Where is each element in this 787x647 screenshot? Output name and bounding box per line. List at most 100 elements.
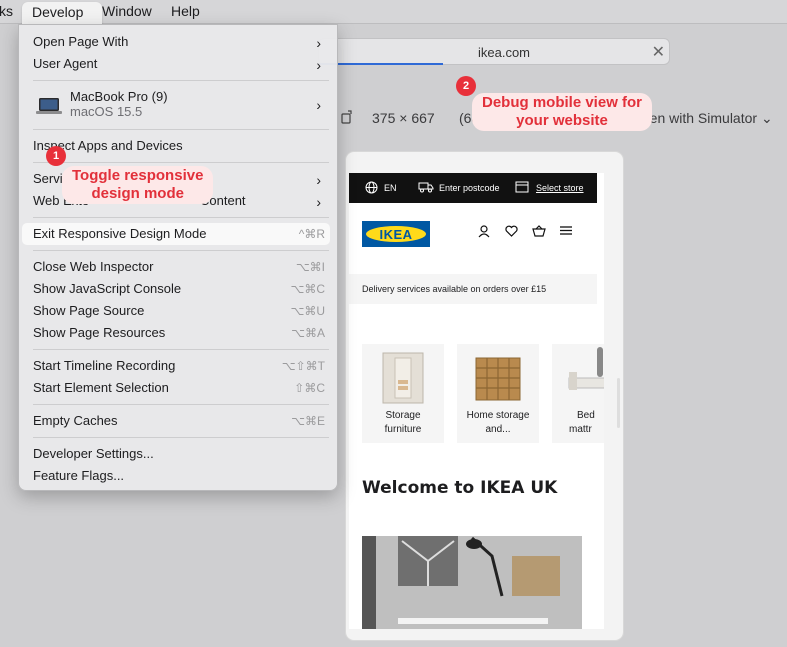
- category-card[interactable]: Home storage and...: [457, 344, 539, 443]
- develop-menu: Open Page With › User Agent › MacBook Pr…: [18, 24, 338, 491]
- menu-item-label: Developer Settings...: [33, 446, 154, 461]
- callout-line: your website: [516, 112, 608, 129]
- viewport-size: 375 × 667: [372, 110, 435, 126]
- open-with-simulator-button[interactable]: Open with Simulator ⌄: [631, 110, 773, 127]
- device-os: macOS 15.5: [70, 104, 143, 119]
- menubar-partial-item[interactable]: ks: [0, 3, 13, 19]
- site-top-bar: EN Enter postcode Select store: [349, 173, 597, 203]
- menu-item-label: Feature Flags...: [33, 468, 125, 483]
- menu-item-close-web-inspector[interactable]: Close Web Inspector ⌥⌘I: [33, 259, 329, 279]
- menu-item-label: Show JavaScript Console: [33, 281, 182, 296]
- menu-item-label: Show Page Source: [33, 303, 145, 318]
- chevron-right-icon: ›: [316, 35, 321, 51]
- menu-item-show-js-console[interactable]: Show JavaScript Console ⌥⌘C: [33, 281, 329, 301]
- basket-icon[interactable]: [532, 225, 546, 237]
- card-label-line2: furniture: [384, 424, 422, 435]
- select-store-link[interactable]: Select store: [536, 183, 584, 193]
- hamburger-menu-icon[interactable]: [560, 225, 572, 236]
- truck-icon: [418, 182, 434, 193]
- url-text: ikea.com: [477, 45, 531, 60]
- postcode-link[interactable]: Enter postcode: [439, 183, 500, 193]
- delivery-banner[interactable]: Delivery services available on orders ov…: [349, 274, 597, 304]
- menu-item-label: Close Web Inspector: [33, 259, 154, 274]
- chevron-right-icon: ›: [316, 57, 321, 73]
- menu-item-show-page-source[interactable]: Show Page Source ⌥⌘U: [33, 303, 329, 323]
- card-label-line2: mattr: [569, 424, 592, 435]
- menubar-help[interactable]: Help: [171, 3, 200, 19]
- menubar-window[interactable]: Window: [102, 3, 152, 19]
- rotate-device-icon[interactable]: [339, 110, 353, 124]
- menu-item-label: User Agent: [33, 56, 98, 71]
- chevron-right-icon: ›: [316, 172, 321, 188]
- viewport-scrollbar[interactable]: [597, 347, 603, 377]
- wardrobe-image: [382, 352, 424, 404]
- close-tab-icon[interactable]: ✕: [652, 42, 665, 62]
- annotation-badge-1: 1: [46, 146, 66, 166]
- menu-shortcut: ^⌘R: [298, 227, 325, 241]
- chevron-right-icon: ›: [316, 194, 321, 210]
- annotation-callout-2: Debug mobile view for your website: [472, 93, 653, 131]
- language-link[interactable]: EN: [384, 183, 397, 193]
- callout-line: design mode: [91, 185, 184, 202]
- menu-shortcut: ⌥⇧⌘T: [281, 359, 325, 373]
- callout-line: Debug mobile view for: [482, 94, 643, 111]
- menu-bar: ks Develop Window Help: [0, 0, 787, 32]
- menu-separator: [33, 437, 329, 438]
- menu-item-open-page-with[interactable]: Open Page With ›: [33, 34, 329, 54]
- category-card[interactable]: Storage furniture: [362, 344, 444, 443]
- globe-icon: [365, 181, 378, 194]
- menu-item-user-agent[interactable]: User Agent ›: [33, 56, 329, 76]
- menu-item-developer-settings[interactable]: Developer Settings...: [33, 446, 329, 466]
- device-name: MacBook Pro (9): [70, 89, 168, 104]
- card-label-line1: Home storage: [466, 410, 530, 421]
- menu-item-label: Empty Caches: [33, 413, 118, 428]
- menu-separator: [33, 404, 329, 405]
- annotation-badge-2: 2: [456, 76, 476, 96]
- wicker-basket-image: [475, 357, 521, 401]
- menu-item-exit-responsive-design-mode[interactable]: Exit Responsive Design Mode ^⌘R: [33, 226, 329, 246]
- menu-separator: [33, 162, 329, 163]
- menu-item-feature-flags[interactable]: Feature Flags...: [33, 468, 329, 488]
- menu-item-empty-caches[interactable]: Empty Caches ⌥⌘E: [33, 413, 329, 433]
- menu-item-label: Exit Responsive Design Mode: [33, 226, 207, 241]
- tab-ikea[interactable]: ikea.com ✕: [318, 38, 670, 65]
- menu-item-label: Servi: [33, 171, 63, 186]
- chevron-down-icon: ⌄: [760, 110, 773, 126]
- menu-shortcut: ⌥⌘I: [295, 260, 325, 274]
- menu-shortcut: ⌥⌘A: [291, 326, 325, 340]
- chevron-right-icon: ›: [316, 97, 321, 113]
- menu-item-show-page-resources[interactable]: Show Page Resources ⌥⌘A: [33, 325, 329, 345]
- menu-item-start-element-selection[interactable]: Start Element Selection ⇧⌘C: [33, 380, 329, 400]
- ikea-logo[interactable]: IKEA: [362, 221, 430, 247]
- device-frame: EN Enter postcode Select store IKEA Deli…: [346, 152, 623, 640]
- device-resize-handle[interactable]: [617, 378, 620, 428]
- heart-icon[interactable]: [505, 225, 518, 237]
- card-label-line2: and...: [485, 424, 511, 435]
- logo-text: IKEA: [379, 227, 413, 242]
- card-label-line1: Storage: [385, 410, 421, 421]
- desk-lamp-image: [362, 536, 582, 629]
- menu-separator: [33, 129, 329, 130]
- menu-separator: [33, 217, 329, 218]
- laptop-icon: [36, 98, 62, 114]
- hero-photo[interactable]: [362, 536, 582, 629]
- menu-shortcut: ⌥⌘E: [291, 414, 325, 428]
- mobile-viewport[interactable]: EN Enter postcode Select store IKEA Deli…: [349, 173, 604, 629]
- menu-separator: [33, 250, 329, 251]
- menu-separator: [33, 80, 329, 81]
- menu-shortcut: ⇧⌘C: [294, 381, 325, 395]
- menu-item-macbook-pro[interactable]: MacBook Pro (9) macOS 15.5 ›: [70, 89, 329, 123]
- menu-shortcut: ⌥⌘U: [290, 304, 326, 318]
- annotation-callout-1: Toggle responsive design mode: [62, 166, 214, 204]
- menu-item-inspect-apps[interactable]: Inspect Apps and Devices: [33, 138, 329, 158]
- menu-item-label: Start Timeline Recording: [33, 358, 176, 373]
- user-icon[interactable]: [478, 225, 490, 238]
- menu-separator: [33, 349, 329, 350]
- menu-item-start-timeline-recording[interactable]: Start Timeline Recording ⌥⇧⌘T: [33, 358, 329, 378]
- menu-item-label: Open Page With: [33, 34, 129, 49]
- card-label-line1: Bed: [577, 410, 595, 421]
- menu-item-label: Show Page Resources: [33, 325, 166, 340]
- store-icon: [515, 181, 529, 193]
- menu-item-label: Start Element Selection: [33, 380, 169, 395]
- menu-shortcut: ⌥⌘C: [290, 282, 326, 296]
